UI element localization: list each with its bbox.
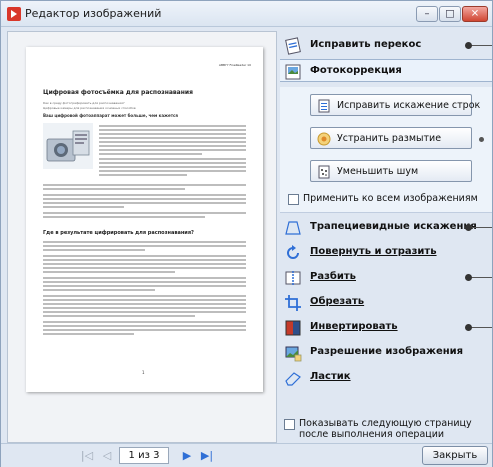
tool-crop[interactable]: Обрезать — [280, 291, 492, 314]
last-page-button[interactable]: ▶| — [199, 449, 215, 463]
skew-icon — [285, 37, 301, 55]
minimize-icon: – — [424, 8, 430, 20]
tool-split[interactable]: Разбить — [280, 266, 492, 289]
noise-icon — [318, 165, 330, 179]
tool-trapezoid-label: Трапециевидные искажения — [310, 221, 477, 232]
show-next-page-label: Показывать следующую страницу после выпо… — [299, 418, 472, 440]
expand-dot — [465, 324, 472, 331]
tool-photo-correction[interactable]: Фотокоррекция — [280, 59, 492, 82]
close-button[interactable]: Закрыть — [422, 446, 488, 465]
maximize-button[interactable]: □ — [439, 6, 461, 22]
resolution-icon — [285, 346, 302, 362]
fix-distortion-button[interactable]: Исправить искажение строк — [310, 94, 480, 116]
photo-correction-panel: Исправить искажение строк Устранить разм… — [280, 87, 492, 213]
text-block — [43, 241, 246, 337]
navigation-bar: |◁ ◁ 1 из 3 ▶ ▶| Закрыть — [1, 443, 492, 467]
reduce-noise-label: Уменьшить шум — [337, 166, 419, 177]
first-page-button[interactable]: |◁ — [79, 449, 95, 463]
tool-eraser[interactable]: Ластик — [280, 366, 492, 389]
text-block — [43, 184, 246, 220]
expand-dot — [465, 224, 472, 231]
app-icon — [7, 7, 21, 21]
tool-rotate-flip[interactable]: Повернуть и отразить — [280, 241, 492, 264]
camera-illustration — [43, 123, 93, 169]
expand-dot — [465, 274, 472, 281]
tool-trapezoid[interactable]: Трапециевидные искажения — [280, 216, 492, 239]
tool-resolution-label: Разрешение изображения — [310, 346, 464, 357]
tools-panel: Исправить перекос Фотокоррекция Исправит — [280, 31, 492, 443]
page-section-heading: Где в результате цифрировать для распозн… — [43, 230, 194, 236]
page-preview-pane[interactable]: ABBYY FineReader 10 Цифровая фотосъёмка … — [7, 31, 277, 443]
slider-dot — [479, 137, 484, 142]
photo-correction-icon — [285, 64, 301, 80]
trapezoid-icon — [285, 221, 301, 235]
apply-all-checkbox[interactable] — [288, 194, 299, 205]
tool-crop-label: Обрезать — [310, 296, 365, 307]
tool-split-label: Разбить — [310, 271, 356, 282]
page-subtitle: Ваш цифровой фотоаппарат может больше, ч… — [43, 113, 178, 118]
page-number: 1 — [142, 370, 145, 375]
remove-blur-button[interactable]: Устранить размытие — [310, 127, 484, 149]
document-page: ABBYY FineReader 10 Цифровая фотосъёмка … — [26, 47, 263, 392]
blur-icon — [317, 132, 331, 146]
page-indicator[interactable]: 1 из 3 — [119, 447, 169, 464]
tool-fix-skew-label: Исправить перекос — [310, 39, 422, 50]
text-block — [99, 125, 246, 178]
minimize-button[interactable]: – — [416, 6, 438, 22]
toc-line: Цифровые камеры для распознавания основн… — [43, 106, 136, 110]
crop-icon — [285, 295, 301, 311]
eraser-icon — [285, 372, 301, 386]
invert-icon — [285, 320, 301, 336]
next-page-button[interactable]: ▶ — [179, 449, 195, 463]
maximize-icon: □ — [445, 8, 455, 20]
prev-page-button[interactable]: ◁ — [99, 449, 115, 463]
close-icon: ✕ — [470, 8, 480, 20]
remove-blur-label: Устранить размытие — [337, 133, 442, 144]
tool-rotate-flip-label: Повернуть и отразить — [310, 246, 437, 257]
tool-eraser-label: Ластик — [310, 371, 351, 382]
image-editor-window: Редактор изображений – □ ✕ ABBYY FineRea… — [0, 0, 493, 467]
tool-invert-label: Инвертировать — [310, 321, 398, 332]
document-lines-icon — [318, 99, 330, 113]
reduce-noise-button[interactable]: Уменьшить шум — [310, 160, 472, 182]
rotate-icon — [287, 245, 299, 259]
split-icon — [285, 271, 301, 285]
expand-dot — [465, 42, 472, 49]
show-next-page-checkbox[interactable] — [284, 419, 295, 430]
apply-all-label: Применить ко всем изображениям — [303, 193, 478, 204]
tool-resolution[interactable]: Разрешение изображения — [280, 341, 492, 364]
tool-invert[interactable]: Инвертировать — [280, 316, 492, 339]
window-title: Редактор изображений — [25, 7, 162, 20]
tool-fix-skew[interactable]: Исправить перекос — [280, 34, 492, 57]
fix-distortion-label: Исправить искажение строк — [337, 100, 481, 111]
page-header: ABBYY FineReader 10 — [218, 63, 251, 67]
tool-photo-correction-label: Фотокоррекция — [310, 65, 402, 76]
title-bar: Редактор изображений – □ ✕ — [1, 1, 492, 27]
page-toc: Как в среду фотографировать для распозна… — [43, 101, 243, 111]
page-title: Цифровая фотосъёмка для распознавания — [43, 89, 193, 96]
window-close-button[interactable]: ✕ — [462, 6, 488, 22]
